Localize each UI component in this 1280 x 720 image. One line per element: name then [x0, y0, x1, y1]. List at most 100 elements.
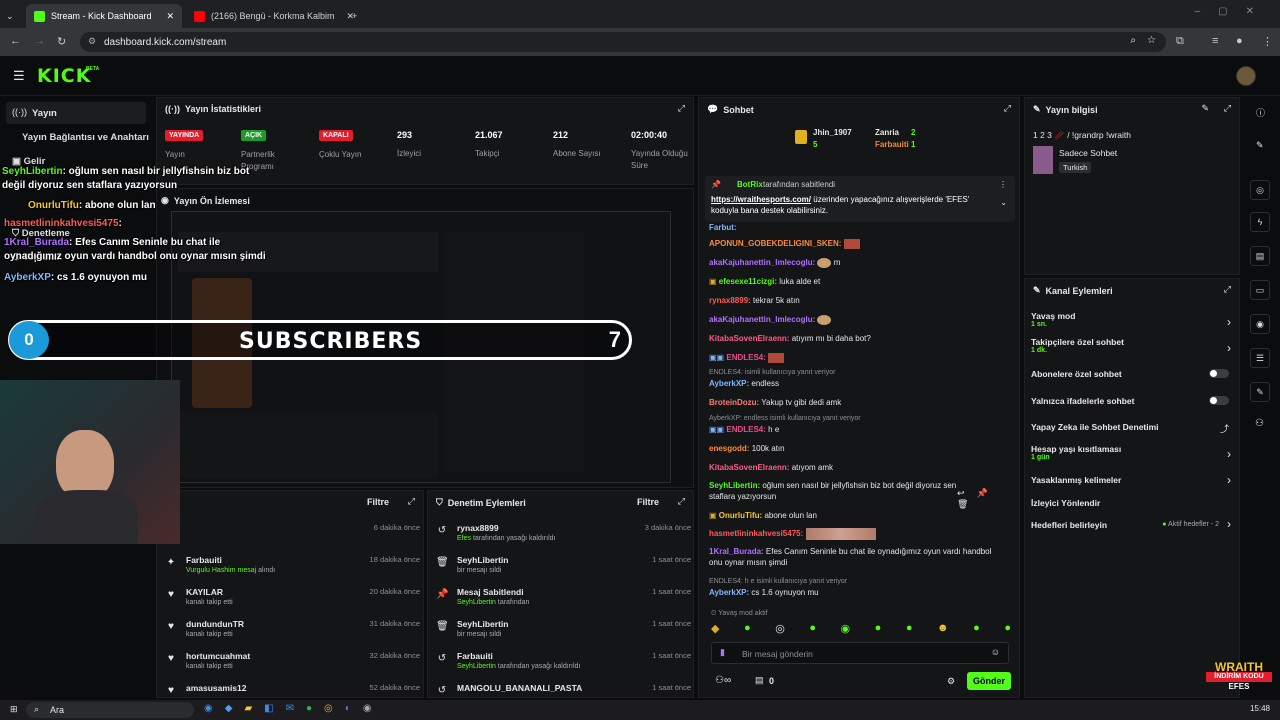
chevron-right-icon[interactable]: › [1227, 315, 1231, 329]
chat-user[interactable]: enesgodd: [709, 444, 749, 453]
chat-input[interactable]: ▮ Bir mesaj gönderin ☺ [711, 642, 1009, 664]
chevron-right-icon[interactable]: › [1227, 473, 1231, 487]
app-icon[interactable]: ◐ [345, 703, 351, 714]
filter-button[interactable]: Filtre [637, 497, 659, 507]
chat-user[interactable]: akaKajuhanettin_lmlecoglu: [709, 258, 815, 267]
subs-only-toggle[interactable] [1209, 369, 1229, 378]
reload-icon[interactable]: ↻ [57, 35, 66, 48]
chat-user[interactable]: BroteinDozu: [709, 398, 759, 407]
emote-icon[interactable]: ● [809, 622, 816, 638]
app-icon[interactable]: ▰ [244, 703, 252, 714]
chevron-right-icon[interactable]: › [1227, 517, 1231, 531]
event-user[interactable]: amasusamis12 [186, 683, 247, 693]
chat-user[interactable]: AyberkXP: [709, 379, 749, 388]
external-link-icon[interactable]: ⤴ [1220, 422, 1229, 435]
broadcast-icon[interactable]: ◉ [1250, 314, 1270, 334]
expand-icon[interactable]: ⤢ [408, 496, 415, 507]
edit-icon[interactable]: ✎ [1201, 103, 1209, 114]
event-user[interactable]: dundundunTR [186, 619, 244, 629]
chat-user[interactable]: KitabaSovenElraenn: [709, 463, 789, 472]
windows-start-icon[interactable]: ⊞ [10, 704, 18, 715]
top-user-2[interactable]: Zanria [875, 128, 899, 137]
more-icon[interactable]: ⋮ [999, 180, 1007, 189]
emote-icon[interactable]: ● [875, 622, 882, 638]
action-slow-mode[interactable]: Yavaş mod 1 sn. [1031, 311, 1231, 328]
chat-user[interactable]: KitabaSovenElraenn: [709, 334, 789, 343]
mod-target[interactable]: MANGOLU_BANANALI_PASTA [457, 683, 582, 693]
kick-logo[interactable]: KICK [37, 65, 91, 87]
profile-icon[interactable]: ● [1236, 35, 1243, 47]
top-user-1[interactable]: Jhin_1907 [813, 128, 852, 137]
people-icon[interactable]: ⚇ [1255, 418, 1264, 429]
emote-icon[interactable]: ● [973, 622, 980, 638]
close-icon[interactable]: ✕ [166, 11, 174, 22]
chat-user[interactable]: SeyhLibertin: [709, 481, 760, 490]
taskbar-search[interactable]: ⌕ Ara [26, 702, 194, 718]
app-icon[interactable]: ◎ [324, 703, 333, 714]
app-icon[interactable]: ◧ [264, 703, 273, 714]
wrench-icon[interactable]: ✎ [1250, 382, 1270, 402]
document-icon[interactable]: ▤ [1250, 246, 1270, 266]
lightning-icon[interactable]: ϟ [1250, 212, 1270, 232]
sidebar-item-stream-key[interactable]: Yayın Bağlantısı ve Anahtarı [22, 132, 149, 143]
address-bar[interactable]: ⚙ dashboard.kick.com/stream ⌕ ☆ [80, 32, 1166, 52]
chat-user[interactable]: rynax8899: [709, 296, 751, 305]
emote-icon[interactable]: ◆ [711, 622, 719, 638]
mod-target[interactable]: SeyhLibertin [457, 555, 508, 565]
chat-user[interactable]: hasmetlininkahvesi5475: [709, 529, 803, 538]
chat-user[interactable]: 1Kral_Burada: [709, 547, 764, 556]
top-user-3[interactable]: Farbauiti [875, 140, 909, 149]
emote-icon[interactable]: ◉ [841, 622, 851, 638]
chat-user[interactable]: AyberkXP: [709, 588, 749, 597]
mod-target[interactable]: Mesaj Sabitlendi [457, 587, 529, 597]
window-controls[interactable]: –▢✕ [1195, 6, 1272, 17]
emoji-icon[interactable]: ☺ [991, 647, 1000, 657]
info-icon[interactable]: ⓘ [1256, 106, 1265, 119]
camera-icon[interactable]: ◎ [1250, 180, 1270, 200]
action-subs-only[interactable]: Abonelere özel sohbet [1031, 369, 1231, 379]
pencil-icon[interactable]: ✎ [1256, 140, 1264, 151]
extensions-icon[interactable]: ⧉ [1176, 35, 1184, 48]
tab-kick-dashboard[interactable]: Stream - Kick Dashboard ✕ [26, 4, 182, 28]
expand-icon[interactable]: ⤢ [1004, 103, 1011, 114]
site-info-icon[interactable]: ⚙ [88, 36, 96, 47]
chat-user[interactable]: efesexe11cizgi: [719, 277, 777, 286]
expand-icon[interactable]: ⤢ [678, 103, 685, 114]
settings-icon[interactable]: ⚙ [947, 676, 955, 687]
reading-list-icon[interactable]: ≡ [1212, 35, 1218, 47]
app-icon[interactable]: ● [306, 703, 312, 714]
emote-icon[interactable]: ● [744, 622, 751, 638]
hamburger-menu-icon[interactable]: ☰ [13, 68, 25, 84]
send-button[interactable]: Gönder [967, 672, 1011, 690]
expand-icon[interactable]: ⤢ [1224, 103, 1231, 114]
new-tab-button[interactable]: + [344, 4, 364, 28]
tab-search-button[interactable]: ⌄ [2, 4, 24, 28]
chat-icon[interactable]: ▭ [1250, 280, 1270, 300]
action-ai-moderation[interactable]: Yapay Zeka ile Sohbet Denetimi [1031, 422, 1231, 432]
mod-target[interactable]: Farbauiti [457, 651, 580, 661]
back-icon[interactable]: ← [10, 35, 21, 47]
app-icon[interactable]: ◉ [363, 703, 372, 714]
infinity-icon[interactable]: ⚇∞ [715, 675, 731, 686]
app-icon[interactable]: ◉ [204, 703, 213, 714]
chevron-right-icon[interactable]: › [1227, 341, 1231, 355]
sidebar-item-yayin[interactable]: ((·)) Yayın [6, 102, 146, 124]
mod-target[interactable]: SeyhLibertin [457, 619, 508, 629]
pinned-link[interactable]: https://wraithesports.com/ [711, 195, 811, 204]
emote-only-toggle[interactable] [1209, 396, 1229, 405]
chat-user[interactable]: Farbut: [709, 223, 737, 232]
menu-icon[interactable]: ⋮ [1262, 35, 1273, 48]
chat-user[interactable]: akaKajuhanettin_lmlecoglu: [709, 315, 815, 324]
chevron-down-icon[interactable]: ⌄ [1000, 198, 1007, 207]
forward-icon[interactable]: → [34, 35, 45, 47]
tab-youtube[interactable]: (2166) Bengü - Korkma Kalbim ✕ [186, 4, 362, 28]
emote-icon[interactable]: ☻ [937, 622, 949, 638]
action-raid[interactable]: İzleyici Yönlendir [1031, 498, 1231, 508]
stream-category[interactable]: Sadece Sohbet [1059, 148, 1117, 158]
event-user[interactable]: KAYILAR [186, 587, 233, 597]
action-emote-only[interactable]: Yalnızca ifadelerle sohbet [1031, 396, 1231, 406]
chat-user[interactable]: OnurluTifu: [719, 511, 762, 520]
emote-icon[interactable]: ● [906, 622, 913, 638]
event-user[interactable]: hortumcuahmat [186, 651, 250, 661]
emote-icon[interactable]: ● [1004, 622, 1011, 638]
